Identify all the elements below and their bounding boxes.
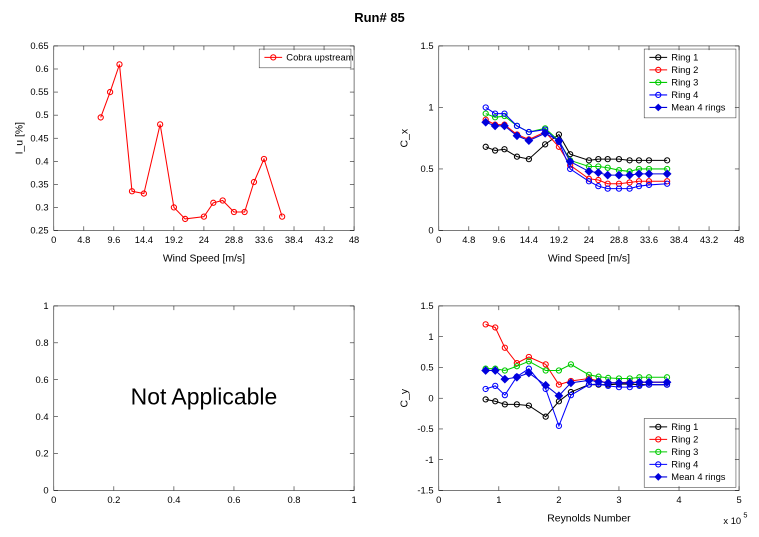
svg-text:9.6: 9.6 [107, 235, 120, 245]
svg-text:-1.5: -1.5 [417, 485, 433, 495]
svg-text:0.8: 0.8 [36, 338, 49, 348]
svg-text:I_u [%]: I_u [%] [15, 122, 26, 155]
svg-text:0.8: 0.8 [287, 495, 300, 505]
svg-text:19.2: 19.2 [549, 235, 567, 245]
svg-text:0.35: 0.35 [30, 179, 48, 189]
svg-text:1.5: 1.5 [420, 301, 433, 311]
svg-text:Ring 1: Ring 1 [671, 422, 698, 432]
svg-text:0.4: 0.4 [36, 156, 49, 166]
svg-text:33.6: 33.6 [639, 235, 657, 245]
svg-text:Not Applicable: Not Applicable [131, 383, 278, 409]
svg-text:0.55: 0.55 [30, 87, 48, 97]
svg-text:Wind Speed [m/s]: Wind Speed [m/s] [547, 254, 629, 265]
panel-topleft: 0 4.8 9.6 14.4 19.2 24 28.8 33.6 38.4 43.2 48 0.25 0… [10, 33, 365, 273]
svg-text:1: 1 [428, 331, 433, 341]
svg-text:Ring 2: Ring 2 [671, 65, 698, 75]
svg-text:0: 0 [428, 393, 433, 403]
svg-text:0: 0 [428, 226, 433, 236]
svg-text:0: 0 [51, 495, 56, 505]
svg-text:Ring 2: Ring 2 [671, 434, 698, 444]
svg-text:Ring 4: Ring 4 [671, 459, 698, 469]
svg-text:0.4: 0.4 [36, 411, 49, 421]
svg-text:3: 3 [616, 495, 621, 505]
svg-text:0.5: 0.5 [36, 110, 49, 120]
svg-text:1: 1 [496, 495, 501, 505]
svg-text:19.2: 19.2 [165, 235, 183, 245]
svg-text:1.5: 1.5 [420, 41, 433, 51]
svg-text:Wind Speed [m/s]: Wind Speed [m/s] [163, 254, 245, 265]
chart-grid: 04.89.614.419.22428.833.638.443.2480.250… [10, 33, 749, 503]
svg-text:0.6: 0.6 [227, 495, 240, 505]
svg-text:1: 1 [428, 103, 433, 113]
svg-text:24: 24 [199, 235, 209, 245]
svg-text:43.2: 43.2 [699, 235, 717, 245]
svg-text:1: 1 [351, 495, 356, 505]
svg-text:0.4: 0.4 [167, 495, 180, 505]
svg-text:Mean 4 rings: Mean 4 rings [671, 472, 726, 482]
svg-text:48: 48 [733, 235, 743, 245]
svg-text:14.4: 14.4 [519, 235, 537, 245]
panel-bottomright: 012345-1.5-1-0.500.511.5Reynolds NumberC… [395, 293, 750, 533]
svg-text:-1: -1 [425, 454, 433, 464]
svg-text:0: 0 [43, 485, 48, 495]
svg-text:0.25: 0.25 [30, 226, 48, 236]
svg-text:5: 5 [736, 495, 741, 505]
svg-text:Ring 3: Ring 3 [671, 78, 698, 88]
svg-text:0.2: 0.2 [107, 495, 120, 505]
svg-text:0.2: 0.2 [36, 448, 49, 458]
svg-text:0: 0 [436, 495, 441, 505]
svg-text:0.5: 0.5 [420, 164, 433, 174]
svg-text:2: 2 [556, 495, 561, 505]
svg-text:-0.5: -0.5 [417, 424, 433, 434]
svg-text:0: 0 [436, 235, 441, 245]
svg-text:Ring 3: Ring 3 [671, 447, 698, 457]
svg-text:33.6: 33.6 [255, 235, 273, 245]
svg-text:14.4: 14.4 [135, 235, 153, 245]
svg-text:38.4: 38.4 [669, 235, 687, 245]
svg-text:0.45: 0.45 [30, 133, 48, 143]
svg-text:28.8: 28.8 [609, 235, 627, 245]
svg-text:Mean 4 rings: Mean 4 rings [671, 103, 726, 113]
svg-text:38.4: 38.4 [285, 235, 303, 245]
svg-text:Cobra upstream: Cobra upstream [286, 53, 353, 63]
svg-text:Ring 1: Ring 1 [671, 53, 698, 63]
svg-text:C_y: C_y [399, 388, 410, 407]
svg-text:9.6: 9.6 [492, 235, 505, 245]
svg-text:0.6: 0.6 [36, 374, 49, 384]
svg-text:24: 24 [583, 235, 593, 245]
svg-text:0.5: 0.5 [420, 362, 433, 372]
svg-text:0.3: 0.3 [36, 203, 49, 213]
svg-text:48: 48 [349, 235, 359, 245]
svg-text:43.2: 43.2 [315, 235, 333, 245]
svg-text:1: 1 [43, 301, 48, 311]
svg-text:4.8: 4.8 [462, 235, 475, 245]
svg-text:28.8: 28.8 [225, 235, 243, 245]
panel-bottomleft: 0 0.2 0.4 0.6 0.8 1 0 0.2 0.4 0.6 0.8 1 Not Applicab… [10, 293, 365, 533]
panel-topright: 0 4.8 9.6 14.4 19.2 24 28.8 33.6 38.4 43.2 48 0 0.5 1… [395, 33, 750, 273]
svg-text:4.8: 4.8 [77, 235, 90, 245]
page-title: Run# 85 [10, 10, 749, 25]
svg-text:0.6: 0.6 [36, 64, 49, 74]
svg-text:Ring 4: Ring 4 [671, 90, 698, 100]
svg-text:0.65: 0.65 [30, 41, 48, 51]
svg-text:x 10: x 10 [723, 515, 741, 525]
svg-text:C_x: C_x [399, 128, 410, 147]
svg-text:4: 4 [676, 495, 681, 505]
svg-text:0: 0 [51, 235, 56, 245]
